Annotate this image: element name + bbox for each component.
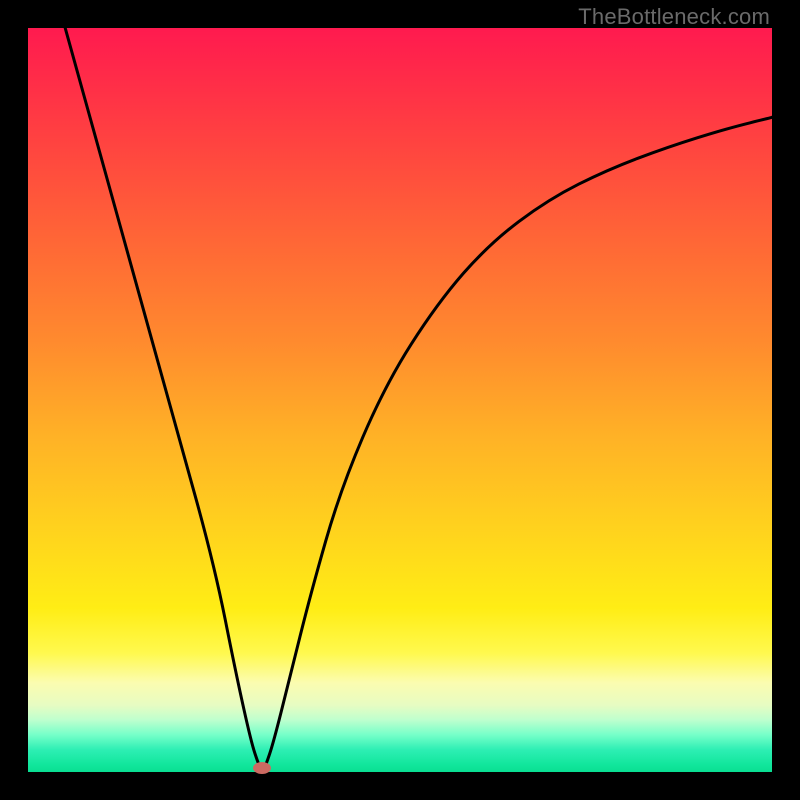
watermark-text: TheBottleneck.com: [578, 4, 770, 30]
plot-area: [28, 28, 772, 772]
bottleneck-curve: [65, 28, 772, 770]
optimal-point-marker: [253, 762, 271, 774]
curve-svg: [28, 28, 772, 772]
chart-frame: TheBottleneck.com: [0, 0, 800, 800]
